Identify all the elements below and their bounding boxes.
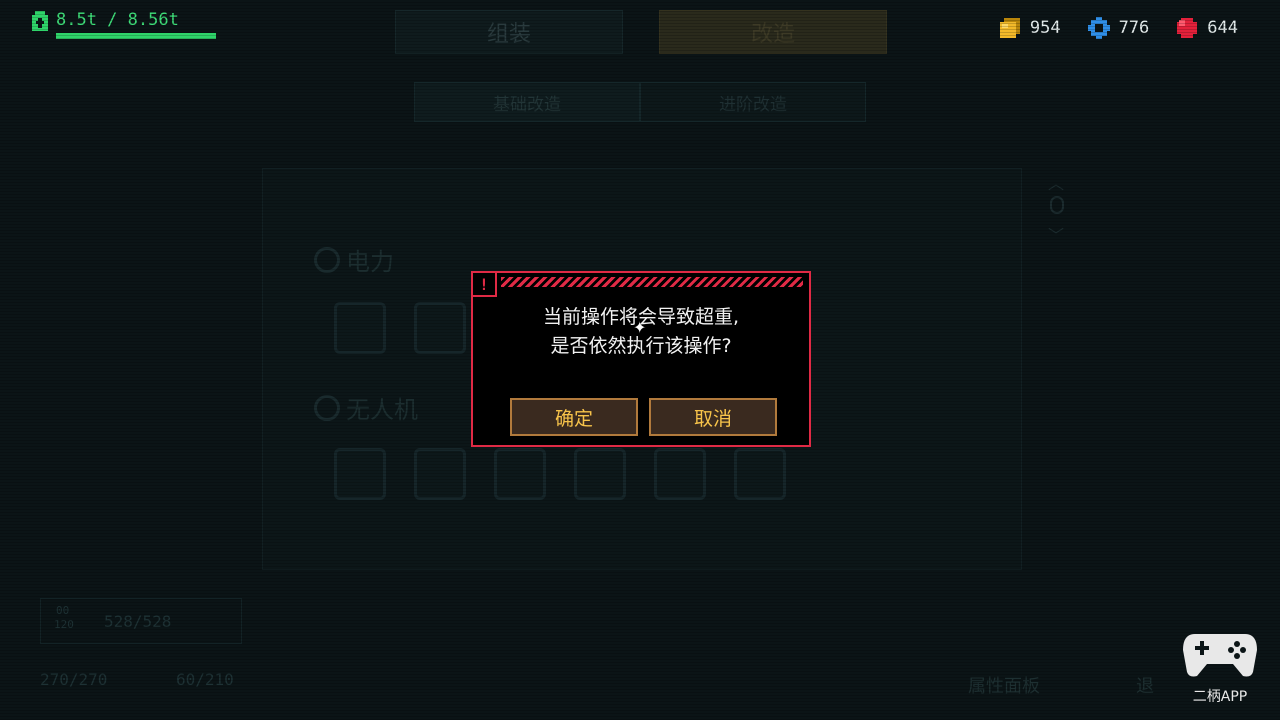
attribute-panel-label: 属性面板 xyxy=(968,676,1040,697)
currency-gem-value: 644 xyxy=(1207,18,1238,38)
drone-slot-6[interactable] xyxy=(734,448,786,500)
sub-tabs: 基础改造 进阶改造 xyxy=(414,82,866,122)
top-tabs: 组装 改造 xyxy=(395,10,887,54)
red-gem-icon xyxy=(1177,18,1198,38)
power-slot-2[interactable] xyxy=(414,302,466,354)
esc-label: 退 xyxy=(1136,676,1154,697)
small-label-bottom: 120 xyxy=(54,618,74,631)
tab-modify[interactable]: 改造 xyxy=(659,10,887,54)
drone-slot-4[interactable] xyxy=(574,448,626,500)
section-power: 电力 xyxy=(314,242,394,277)
currency-gem: 644 xyxy=(1175,16,1238,40)
scroll-knob[interactable] xyxy=(1050,196,1064,214)
attribute-panel-hint[interactable]: 属性面板 xyxy=(968,672,1040,698)
currency-bar: 954 776 644 xyxy=(998,16,1238,40)
confirm-button[interactable]: 确定 xyxy=(510,398,638,436)
drone-slot-5[interactable] xyxy=(654,448,706,500)
blue-gear-icon xyxy=(1087,17,1110,39)
gold-block-icon xyxy=(999,18,1020,38)
cancel-button[interactable]: 取消 xyxy=(649,398,777,436)
watermark: 二柄APP xyxy=(1180,628,1260,706)
hp-stat: 270/270 xyxy=(40,670,108,689)
alert-icon: ! xyxy=(471,271,497,297)
section-drone-label: 无人机 xyxy=(346,396,418,424)
lightning-icon xyxy=(314,246,340,273)
weight-text: 8.5t / 8.56t xyxy=(56,10,179,30)
currency-gold-value: 954 xyxy=(1029,18,1061,38)
esc-hint[interactable]: 退 xyxy=(1136,672,1154,698)
tab-advanced-modify[interactable]: 进阶改造 xyxy=(640,82,866,122)
currency-gear-value: 776 xyxy=(1118,18,1150,38)
overweight-dialog: ! 当前操作将会导致超重, 是否依然执行该操作? 确定 取消 xyxy=(471,271,811,447)
energy-stat: 528/528 xyxy=(104,612,172,631)
tab-basic-modify[interactable]: 基础改造 xyxy=(414,82,640,122)
gamepad-icon xyxy=(1183,634,1257,677)
cursor-icon: ✦ xyxy=(633,318,647,337)
weight-bar xyxy=(56,33,216,39)
scroll-up-icon[interactable]: ︿ xyxy=(1048,170,1064,194)
drone-slot-3[interactable] xyxy=(494,448,546,500)
drone-slot-1[interactable] xyxy=(334,448,386,500)
small-label-top: 00 xyxy=(56,604,70,617)
currency-gear: 776 xyxy=(1087,16,1150,40)
section-drone: 无人机 xyxy=(314,390,418,425)
tab-assemble[interactable]: 组装 xyxy=(395,10,623,54)
section-power-label: 电力 xyxy=(346,248,394,276)
currency-gold: 954 xyxy=(998,16,1061,40)
power-slot-1[interactable] xyxy=(334,302,386,354)
drone-icon xyxy=(314,394,340,421)
watermark-text: 二柄APP xyxy=(1192,689,1248,705)
armor-stat: 60/210 xyxy=(176,670,234,689)
dialog-hazard-strip xyxy=(501,277,803,287)
scroll-down-icon[interactable]: ﹀ xyxy=(1048,222,1064,246)
drone-slot-2[interactable] xyxy=(414,448,466,500)
weight-lock-icon xyxy=(30,10,50,32)
weight-indicator: 8.5t / 8.56t xyxy=(30,10,216,39)
